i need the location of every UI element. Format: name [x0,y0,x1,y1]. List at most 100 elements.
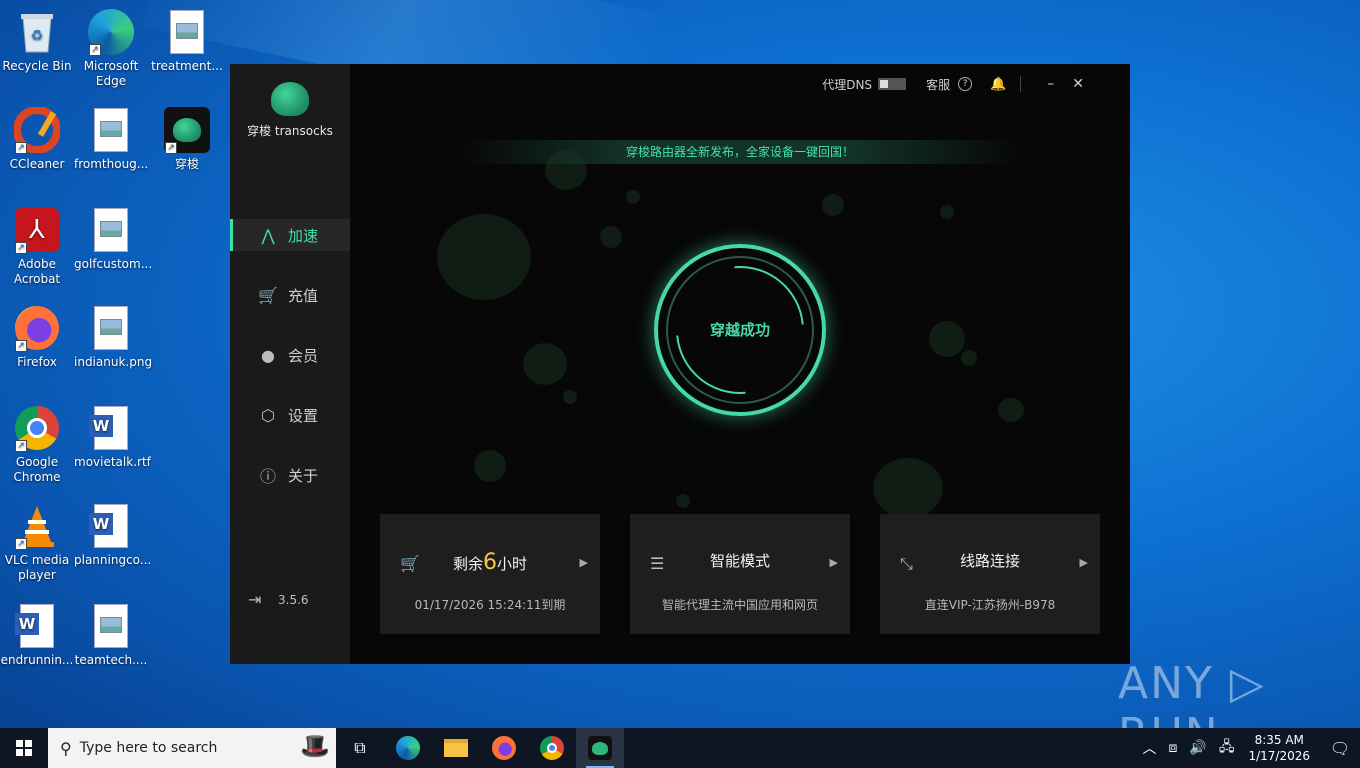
promo-banner[interactable]: 穿梭路由器全新发布，全家设备一键回国！ [460,140,1020,164]
edge-icon [396,736,420,760]
desktop-icon-recycle-bin[interactable]: ♻ Recycle Bin [0,8,74,74]
sidebar: 穿梭 transocks ⋀ 加速 🛒 充值 ● 会员 ⬡ 设置 ⓘ 关于 ⇥ … [230,64,350,664]
nav-item-recharge[interactable]: 🛒 充值 [230,279,350,311]
nav-item-settings[interactable]: ⬡ 设置 [230,399,350,431]
firefox-icon [492,736,516,760]
clock[interactable]: 8:35 AM 1/17/2026 [1248,732,1310,764]
proxy-dns-label: 代理DNS [822,77,873,92]
desktop-icon-label: fromthoug... [74,157,149,171]
nav-item-accelerate[interactable]: ⋀ 加速 [230,219,350,251]
notification-icon[interactable]: 🗨 [1320,739,1360,758]
background-bubble [940,205,954,219]
accelerate-icon: ⋀ [261,225,275,245]
card-remaining-time[interactable]: 🛒 剩余6小时 ▶ 01/17/2026 15:24:11到期 [380,514,600,634]
desktop-icon-label: treatment... [151,59,223,73]
desktop-icon-fromthoug[interactable]: fromthoug... [74,106,148,172]
desktop-icon-adobe-acrobat[interactable]: ⅄ ↗ Adobe Acrobat [0,206,74,287]
remaining-prefix: 剩余 [452,555,483,573]
task-view-button[interactable]: ⧉ [336,728,384,768]
remaining-hours-value: 6 [483,550,497,575]
desktop-icon-label: Microsoft Edge [83,59,139,88]
taskbar-transocks[interactable] [576,728,624,768]
search-highlight-icon: 🎩 [300,732,330,760]
nav-label: 充值 [288,286,319,305]
proxy-dns-toggle[interactable] [878,78,907,90]
desktop-icon-label: teamtech.... [74,653,148,667]
meet-now-icon[interactable]: ⧈ [1169,740,1178,756]
desktop-icon-planningco[interactable]: W planningco... [74,502,152,568]
taskbar-firefox[interactable] [480,728,528,768]
desktop-icon-ccleaner[interactable]: ↗ CCleaner [0,106,74,172]
background-bubble [600,226,622,248]
desktop-icon-endrunnin[interactable]: W endrunnin... [0,602,74,668]
desktop-icon-label: planningco... [74,553,152,567]
chevron-right-icon: ▶ [1079,556,1088,569]
clock-date: 1/17/2026 [1248,749,1310,763]
search-icon: ⚲ [60,738,72,758]
taskbar-chrome[interactable] [528,728,576,768]
nav-item-about[interactable]: ⓘ 关于 [230,459,350,491]
background-bubble [929,321,965,357]
windows-logo-icon [16,740,32,756]
chevron-right-icon: ▶ [579,556,588,569]
logout-version[interactable]: ⇥ 3.5.6 [248,590,309,609]
image-file-icon [87,106,135,154]
desktop-icon-chuansuo[interactable]: ↗ 穿梭 [150,106,224,172]
desktop-icon-label: Google Chrome [13,455,61,484]
desktop-icon-movietalk[interactable]: W movietalk.rtf [74,404,151,470]
svg-text:♻: ♻ [31,28,44,44]
nav-label: 关于 [288,466,319,485]
task-view-icon: ⧉ [354,738,366,757]
ccleaner-icon: ↗ [13,106,61,154]
minimize-button[interactable]: – [1047,76,1054,92]
start-button[interactable] [0,728,48,768]
expiry-date: 01/17/2026 15:24:11到期 [414,598,566,612]
background-bubble [961,350,977,366]
chevron-up-icon[interactable]: ︿ [1143,738,1157,758]
bell-icon[interactable]: 🔔 [990,77,1006,92]
search-placeholder: Type here to search [79,740,218,756]
customer-service-link[interactable]: 客服 [926,76,950,93]
nav-label: 设置 [288,406,319,425]
card-route-connection[interactable]: ⤡ 线路连接 ▶ 直连VIP-江苏扬州-B978 [880,514,1100,634]
taskbar-search[interactable]: ⚲ Type here to search 🎩 [48,728,336,768]
desktop-icon-label: movietalk.rtf [74,455,151,469]
word-document-icon: W [13,602,61,650]
network-icon[interactable]: 🖧 [1219,736,1235,760]
taskbar-edge[interactable] [384,728,432,768]
desktop-icon-treatment[interactable]: treatment... [150,8,224,74]
word-document-icon: W [87,404,135,452]
desktop-icon-microsoft-edge[interactable]: ↗ Microsoft Edge [74,8,148,89]
desktop-icon-label: CCleaner [9,157,65,171]
recycle-bin-icon: ♻ [13,8,61,56]
transocks-logo-icon [271,82,309,116]
background-bubble [437,214,531,300]
help-icon[interactable]: ? [958,77,973,91]
background-bubble [873,458,943,518]
desktop-icon-label: Adobe Acrobat [13,257,61,286]
mode-title: 智能模式 [709,552,770,570]
cart-icon: 🛒 [258,285,278,305]
desktop-icon-golfcustom[interactable]: golfcustom... [74,206,152,272]
connection-status[interactable]: 穿越成功 [654,319,826,340]
background-bubble [523,343,567,385]
desktop-icon-indianuk[interactable]: indianuk.png [74,304,152,370]
taskbar-file-explorer[interactable] [432,728,480,768]
desktop-icon-firefox[interactable]: ↗ Firefox [0,304,74,370]
firefox-icon: ↗ [13,304,61,352]
close-button[interactable]: ✕ [1072,76,1084,92]
nav-label: 会员 [288,346,319,365]
window-topbar: 代理DNS 客服 ? 🔔 – ✕ [822,74,1090,94]
card-smart-mode[interactable]: ☰ 智能模式 ▶ 智能代理主流中国应用和网页 [630,514,850,634]
background-bubble [626,190,640,204]
transocks-window: 穿梭 transocks ⋀ 加速 🛒 充值 ● 会员 ⬡ 设置 ⓘ 关于 ⇥ … [230,64,1130,664]
vlc-cone-icon: ↗ [13,502,61,550]
desktop-icon-google-chrome[interactable]: ↗ Google Chrome [0,404,74,485]
desktop-icon-teamtech[interactable]: teamtech.... [74,602,148,668]
volume-icon[interactable]: 🔊 [1189,740,1206,756]
desktop-icon-vlc[interactable]: ↗ VLC media player [0,502,74,583]
acrobat-icon: ⅄ ↗ [13,206,61,254]
app-logo: 穿梭 transocks [230,82,350,139]
remaining-suffix: 小时 [497,555,528,573]
nav-item-member[interactable]: ● 会员 [230,339,350,371]
